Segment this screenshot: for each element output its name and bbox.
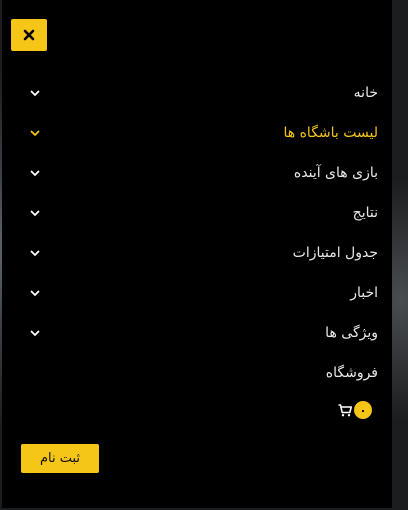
menu-item[interactable]: لیست باشگاه ها <box>28 113 378 153</box>
menu-item[interactable]: جدول امتیازات <box>28 233 378 273</box>
signup-button[interactable]: ثبت نام <box>21 444 99 473</box>
menu-item-label: نتایج <box>352 205 378 221</box>
mobile-nav-drawer: خانه لیست باشگاه ها بازی های آینده نتایج جدو… <box>2 0 392 508</box>
menu-item[interactable]: نتایج <box>28 193 378 233</box>
shopping-cart-icon <box>338 403 352 416</box>
chevron-down-icon[interactable] <box>28 326 42 340</box>
chevron-down-icon[interactable] <box>28 166 42 180</box>
main-menu: خانه لیست باشگاه ها بازی های آینده نتایج جدو… <box>28 73 378 393</box>
menu-item[interactable]: بازی های آینده <box>28 153 378 193</box>
menu-item-label: خانه <box>353 85 378 101</box>
cart-count-badge: ۰ <box>354 401 372 419</box>
menu-item-label: لیست باشگاه ها <box>283 125 378 141</box>
chevron-down-icon[interactable] <box>28 246 42 260</box>
menu-item[interactable]: فروشگاه <box>28 353 378 393</box>
menu-item-label: اخبار <box>350 285 378 301</box>
menu-item-label: بازی های آینده <box>293 165 378 181</box>
menu-item-label: ویژگی ها <box>325 325 378 341</box>
close-icon <box>23 29 35 41</box>
close-menu-button[interactable] <box>11 19 47 51</box>
cart[interactable]: ۰ <box>338 401 372 419</box>
menu-item[interactable]: اخبار <box>28 273 378 313</box>
chevron-down-icon[interactable] <box>28 286 42 300</box>
menu-item[interactable]: ویژگی ها <box>28 313 378 353</box>
menu-item-label: فروشگاه <box>325 365 378 381</box>
menu-item-label: جدول امتیازات <box>292 245 378 261</box>
chevron-down-icon[interactable] <box>28 86 42 100</box>
chevron-down-icon[interactable] <box>28 206 42 220</box>
menu-item[interactable]: خانه <box>28 73 378 113</box>
chevron-down-icon[interactable] <box>28 126 42 140</box>
